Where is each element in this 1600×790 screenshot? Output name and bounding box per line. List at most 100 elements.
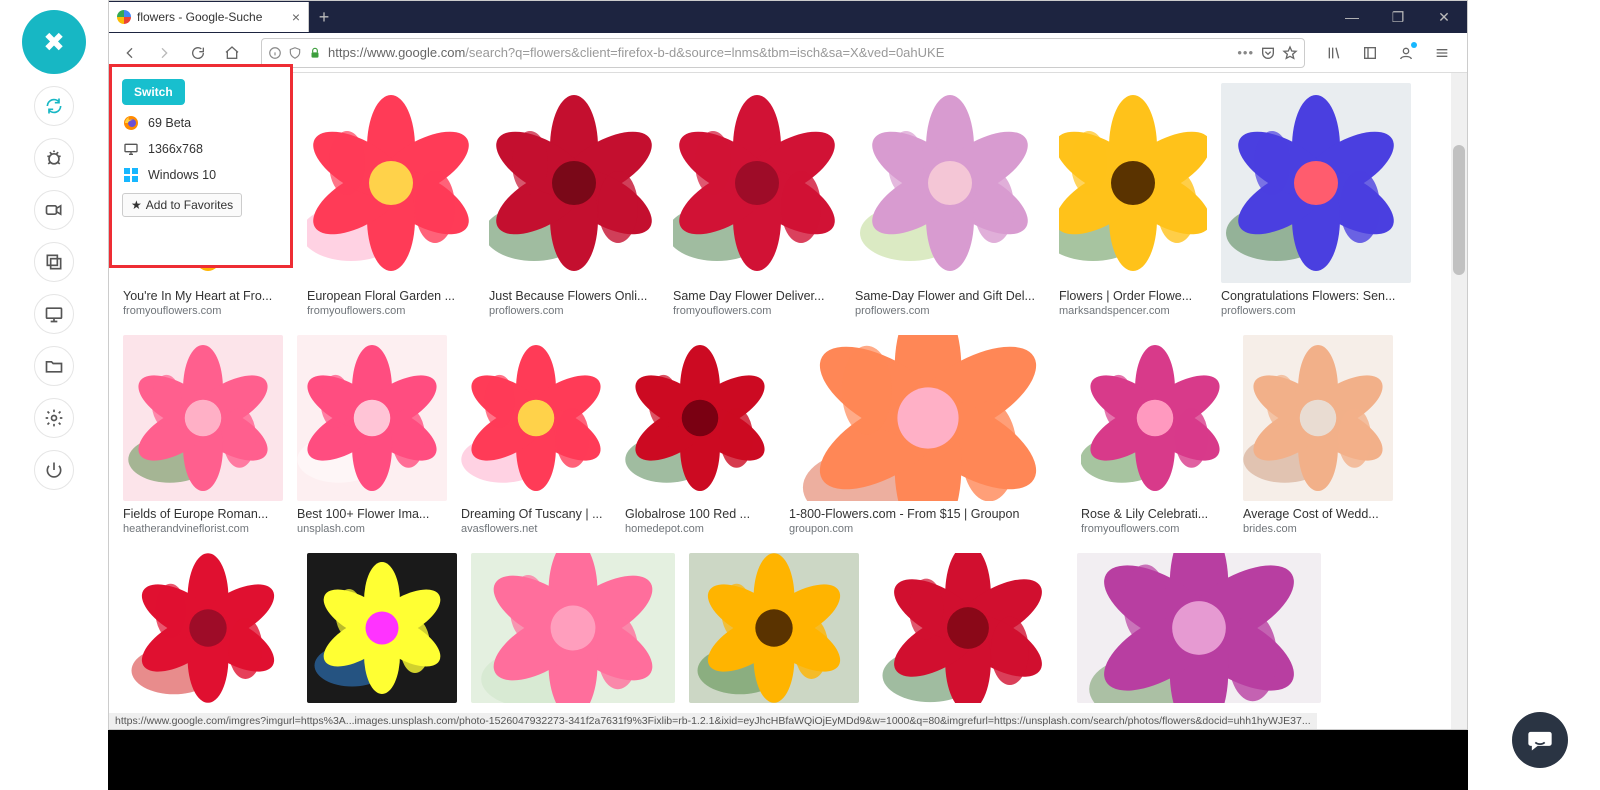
shield-icon [288,46,302,60]
image-result-card[interactable]: Congratulations Flowers: Sen...proflower… [1221,83,1411,317]
result-title: Best 100+ Flower Ima... [297,507,447,521]
result-source: avasflowers.net [461,523,611,535]
favicon-icon [117,10,131,24]
image-thumbnail[interactable] [1221,83,1411,283]
image-thumbnail[interactable] [1243,335,1393,501]
image-thumbnail[interactable] [789,335,1067,501]
image-results-row-3 [123,553,1445,703]
image-results-row-1: You're In My Heart at Fro... fromyouflowe… [123,83,1445,317]
copy-button[interactable] [34,242,74,282]
pocket-icon[interactable] [1260,45,1276,61]
image-thumbnail[interactable] [1081,335,1229,501]
image-result-card[interactable] [307,553,457,703]
image-result-card[interactable]: Just Because Flowers Onli...proflowers.c… [489,83,659,317]
result-source: heatherandvineflorist.com [123,523,283,535]
close-session-button[interactable]: ✖ [22,10,86,74]
image-thumbnail[interactable] [1059,83,1207,283]
image-thumbnail[interactable] [297,335,447,501]
bug-button[interactable] [34,138,74,178]
bottom-bar [108,730,1468,790]
image-result-card[interactable] [1077,553,1321,703]
image-thumbnail[interactable] [123,335,283,501]
record-button[interactable] [34,190,74,230]
result-title: You're In My Heart at Fro... [123,289,293,303]
result-title: Fields of Europe Roman... [123,507,283,521]
star-icon[interactable] [1282,45,1298,61]
browser-viewport: You're In My Heart at Fro... fromyouflowe… [109,73,1467,729]
window-close-button[interactable]: ✕ [1421,2,1467,32]
sidebar-button[interactable] [1355,38,1385,68]
tool-dock: ✖ [0,0,108,790]
add-favorites-label: Add to Favorites [146,198,233,212]
image-result-card[interactable]: Fields of Europe Roman... heatherandvinef… [123,335,283,535]
window-minimize-button[interactable]: ― [1329,2,1375,32]
image-result-card[interactable]: Dreaming Of Tuscany | ... avasflowers.net [461,335,611,535]
address-bar[interactable]: https://www.google.com/search?q=flowers&… [261,38,1305,68]
support-chat-button[interactable] [1512,712,1568,768]
image-result-card[interactable]: Same Day Flower Deliver...fromyouflowers… [673,83,841,317]
image-result-card[interactable]: Rose & Lily Celebrati...fromyouflowers.c… [1081,335,1229,535]
browser-tab[interactable]: flowers - Google-Suche × [109,2,309,32]
image-result-card[interactable] [123,553,293,703]
home-button[interactable] [217,38,247,68]
browser-toolbar: https://www.google.com/search?q=flowers&… [109,33,1467,73]
session-info-panel: Switch 69 Beta 1366x768 Windows 10 ★ Add… [109,64,293,268]
image-thumbnail[interactable] [123,553,293,703]
os-value: Windows 10 [148,168,216,182]
window-maximize-button[interactable]: ❐ [1375,2,1421,32]
image-result-card[interactable]: Globalrose 100 Red ...homedepot.com [625,335,775,535]
result-title: Dreaming Of Tuscany | ... [461,507,611,521]
result-source: fromyouflowers.com [123,305,293,317]
screen-button[interactable] [34,294,74,334]
result-source: groupon.com [789,523,1067,535]
add-favorites-button[interactable]: ★ Add to Favorites [122,193,242,217]
image-thumbnail[interactable] [1077,553,1321,703]
lock-icon [308,46,322,60]
image-thumbnail[interactable] [625,335,775,501]
reload-button[interactable] [183,38,213,68]
firefox-icon [122,115,140,131]
browser-window: flowers - Google-Suche × + ― ❐ ✕ https:/… [108,0,1468,730]
vertical-scrollbar[interactable] [1451,73,1467,729]
switch-button[interactable]: Switch [122,79,185,105]
image-thumbnail[interactable] [873,553,1063,703]
image-results-row-2: Fields of Europe Roman... heatherandvinef… [123,335,1445,535]
new-tab-button[interactable]: + [309,2,339,32]
image-thumbnail[interactable] [689,553,859,703]
url-text: https://www.google.com/search?q=flowers&… [328,45,1231,60]
info-icon [268,46,282,60]
account-button[interactable] [1391,38,1421,68]
result-title: Just Because Flowers Onli... [489,289,659,303]
back-button[interactable] [115,38,145,68]
tab-close-icon[interactable]: × [292,9,300,25]
image-result-card[interactable]: Average Cost of Wedd...brides.com [1243,335,1393,535]
image-thumbnail[interactable] [673,83,841,283]
forward-button[interactable] [149,38,179,68]
image-thumbnail[interactable] [307,553,457,703]
image-result-card[interactable]: 1-800-Flowers.com - From $15 | Groupon gr… [789,335,1067,535]
image-result-card[interactable]: European Floral Garden ...fromyouflowers… [307,83,475,317]
image-result-card[interactable]: Same-Day Flower and Gift Del...proflower… [855,83,1045,317]
result-title: 1-800-Flowers.com - From $15 | Groupon [789,507,1067,521]
browser-version: 69 Beta [148,116,191,130]
sync-button[interactable] [34,86,74,126]
image-thumbnail[interactable] [307,83,475,283]
image-result-card[interactable] [471,553,675,703]
more-icon[interactable]: ••• [1237,45,1254,60]
settings-button[interactable] [34,398,74,438]
image-thumbnail[interactable] [855,83,1045,283]
image-result-card[interactable] [689,553,859,703]
image-thumbnail[interactable] [461,335,611,501]
power-button[interactable] [34,450,74,490]
resolution-row: 1366x768 [122,141,280,157]
folder-button[interactable] [34,346,74,386]
result-source: homedepot.com [625,523,775,535]
image-thumbnail[interactable] [471,553,675,703]
menu-button[interactable] [1427,38,1457,68]
image-result-card[interactable] [873,553,1063,703]
image-thumbnail[interactable] [489,83,659,283]
result-title: Same-Day Flower and Gift Del... [855,289,1045,303]
image-result-card[interactable]: Best 100+ Flower Ima...unsplash.com [297,335,447,535]
image-result-card[interactable]: Flowers | Order Flowe...marksandspencer.… [1059,83,1207,317]
library-button[interactable] [1319,38,1349,68]
